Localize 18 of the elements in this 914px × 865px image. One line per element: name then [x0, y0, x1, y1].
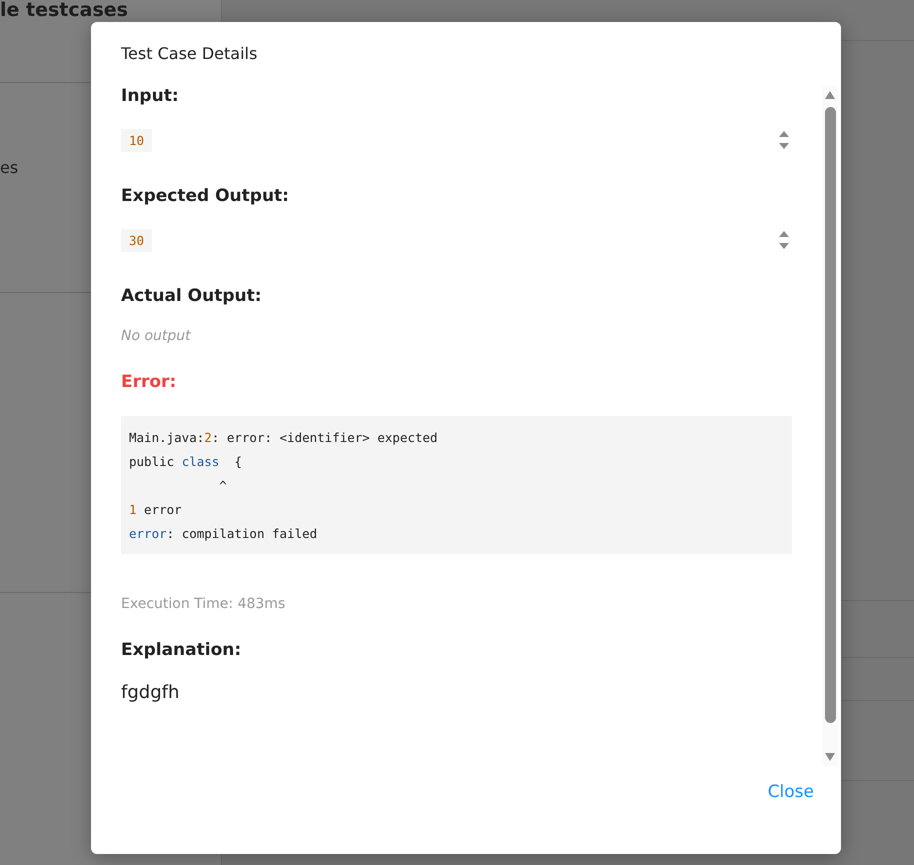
code-value: 30	[121, 228, 152, 252]
scroll-up-arrow-icon[interactable]	[825, 91, 835, 99]
section-heading: Actual Output:	[121, 286, 263, 306]
section-heading: Input:	[121, 86, 180, 106]
error-heading: Error:	[121, 372, 178, 392]
close-button[interactable]: Close	[768, 778, 814, 806]
dialog-title: Test Case Details	[120, 43, 258, 65]
scroll-down-arrow-icon[interactable]	[825, 753, 835, 761]
scrollbar[interactable]	[822, 86, 838, 766]
section-heading: Explanation:	[121, 640, 242, 660]
page-heading: le testcases	[0, 0, 128, 21]
execution-time: Execution Time: 483ms	[121, 596, 286, 612]
code-value: 10	[121, 128, 152, 152]
empty-note: No output	[121, 328, 192, 344]
section-heading: Expected Output:	[121, 186, 290, 206]
explanation-text: fgdgfh	[121, 682, 180, 703]
error-code-block: Main.java:2: error: <identifier> expected public class { ^ 1 error error: compilation failed	[121, 416, 792, 554]
list-item-text: es	[0, 158, 18, 177]
